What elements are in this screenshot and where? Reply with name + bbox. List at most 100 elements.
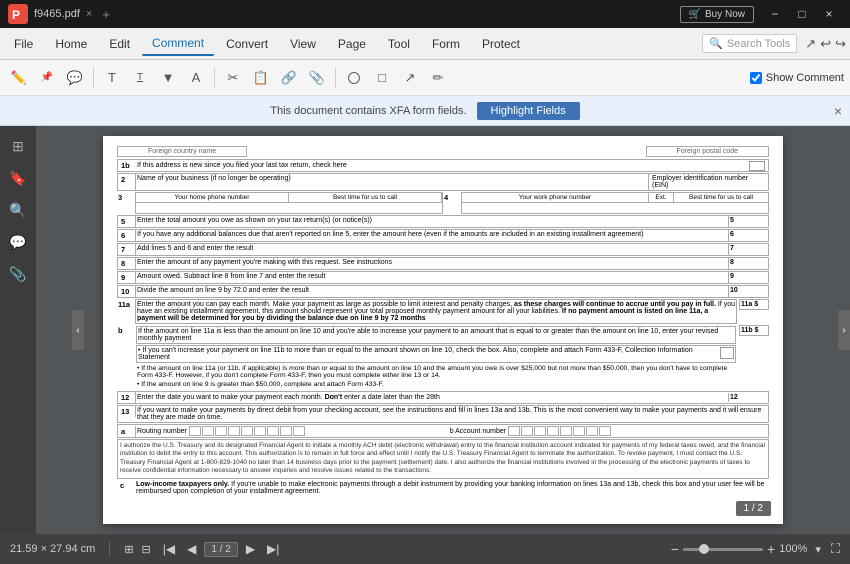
account-box-6[interactable] xyxy=(573,426,585,436)
last-page-button[interactable]: ▶| xyxy=(263,540,283,558)
tool-btn-2[interactable]: 📌 xyxy=(34,65,60,91)
sidebar-comment-icon[interactable]: 💬 xyxy=(4,228,32,256)
routing-box-7[interactable] xyxy=(267,426,279,436)
account-box-4[interactable] xyxy=(547,426,559,436)
routing-box-2[interactable] xyxy=(202,426,214,436)
tool-btn-4[interactable]: T xyxy=(99,65,125,91)
maximize-button[interactable]: □ xyxy=(789,1,815,27)
form-row-5: 5 Enter the total amount you owe as show… xyxy=(117,215,769,228)
account-box-8[interactable] xyxy=(599,426,611,436)
tool-btn-3[interactable]: 💬 xyxy=(62,65,88,91)
title-bar: P f9465.pdf × + 🛒 Buy Now − □ × xyxy=(0,0,850,28)
form-rows-5-10: 5 Enter the total amount you owe as show… xyxy=(117,215,769,298)
zoom-in-button[interactable]: + xyxy=(767,541,775,557)
fullscreen-icon[interactable]: ⛶ xyxy=(831,541,840,557)
xfa-message: This document contains XFA form fields. xyxy=(270,105,466,117)
share-icon[interactable]: ↗ xyxy=(805,36,816,52)
fit-page-icon[interactable]: ⊞ xyxy=(124,543,133,556)
row-1b-checkbox[interactable] xyxy=(749,161,765,171)
routing-box-5[interactable] xyxy=(241,426,253,436)
first-page-button[interactable]: |◀ xyxy=(159,540,179,558)
row-1b-text: If this address is new since you filed y… xyxy=(136,161,749,170)
menu-edit[interactable]: Edit xyxy=(99,33,140,55)
sidebar-attachment-icon[interactable]: 📎 xyxy=(4,260,32,288)
toolbar: ✏️ 📌 💬 T T ▼ A ✂ 📋 🔗 📎 〇 □ ↗ ✏ Show Comm… xyxy=(0,60,850,96)
close-button[interactable]: × xyxy=(816,1,842,27)
page-navigation: |◀ ◀ 1 / 2 ▶ ▶| xyxy=(159,540,284,558)
form-row-6: 6 If you have any additional balances du… xyxy=(117,229,769,242)
row-12-text: Enter the date you want to make your pay… xyxy=(136,393,728,402)
tool-btn-11[interactable]: 📎 xyxy=(304,65,330,91)
sidebar-bookmark-icon[interactable]: 🔖 xyxy=(4,164,32,192)
tool-btn-5[interactable]: T xyxy=(127,65,153,91)
tool-btn-8[interactable]: ✂ xyxy=(220,65,246,91)
routing-box-8[interactable] xyxy=(280,426,292,436)
left-panel-toggle[interactable]: ‹ xyxy=(72,310,84,350)
row-13-text: If you want to make your payments by dir… xyxy=(136,406,768,422)
account-box-5[interactable] xyxy=(560,426,572,436)
tool-btn-14[interactable]: ↗ xyxy=(397,65,423,91)
row-13a-label: a xyxy=(118,426,136,437)
row-12-box: 12 xyxy=(728,393,768,402)
prev-page-button[interactable]: ◀ xyxy=(183,540,200,558)
account-box-7[interactable] xyxy=(586,426,598,436)
row-11b-checkbox[interactable] xyxy=(720,347,734,359)
sidebar-search-icon[interactable]: 🔍 xyxy=(4,196,32,224)
menu-file[interactable]: File xyxy=(4,33,43,55)
menu-comment[interactable]: Comment xyxy=(142,32,214,56)
menu-form[interactable]: Form xyxy=(422,33,470,55)
page-number-display[interactable]: 1 / 2 xyxy=(204,542,237,557)
menu-home[interactable]: Home xyxy=(45,33,97,55)
sidebar-thumbnail-icon[interactable]: ⊞ xyxy=(4,132,32,160)
routing-box-9[interactable] xyxy=(293,426,305,436)
menu-convert[interactable]: Convert xyxy=(216,33,278,55)
form-row-9: 9 Amount owed. Subtract line 8 from line… xyxy=(117,271,769,284)
left-sidebar: ⊞ 🔖 🔍 💬 📎 xyxy=(0,126,36,534)
routing-box-3[interactable] xyxy=(215,426,227,436)
zoom-dropdown-icon[interactable]: ▾ xyxy=(815,543,821,556)
account-box-1[interactable] xyxy=(508,426,520,436)
next-page-button[interactable]: ▶ xyxy=(242,540,259,558)
zoom-slider[interactable] xyxy=(683,548,763,551)
tool-btn-6[interactable]: ▼ xyxy=(155,65,181,91)
undo-icon[interactable]: ↩ xyxy=(820,36,831,52)
routing-box-1[interactable] xyxy=(189,426,201,436)
search-tools-box[interactable]: 🔍 Search Tools xyxy=(702,34,797,53)
right-panel-toggle[interactable]: › xyxy=(838,310,850,350)
routing-box-4[interactable] xyxy=(228,426,240,436)
window-controls: − □ × xyxy=(762,1,842,27)
routing-box-6[interactable] xyxy=(254,426,266,436)
phone-col4: Ext. xyxy=(649,193,674,202)
show-comment-checkbox[interactable] xyxy=(750,72,762,84)
row-12-num: 12 xyxy=(118,392,136,403)
close-tab-icon[interactable]: × xyxy=(86,8,92,20)
row-11b-bullet2: • If the amount on line 11a (or 11b, if … xyxy=(136,364,736,380)
row-11a-text: Enter the amount you can pay each month.… xyxy=(137,301,735,322)
highlight-fields-button[interactable]: Highlight Fields xyxy=(477,102,580,120)
tool-btn-7[interactable]: A xyxy=(183,65,209,91)
menu-page[interactable]: Page xyxy=(328,33,376,55)
xfa-notification-bar: This document contains XFA form fields. … xyxy=(0,96,850,126)
menu-view[interactable]: View xyxy=(280,33,326,55)
menu-tool[interactable]: Tool xyxy=(378,33,420,55)
tool-btn-1[interactable]: ✏️ xyxy=(6,65,32,91)
account-box-3[interactable] xyxy=(534,426,546,436)
row-11a-box: 11a $ xyxy=(739,299,769,310)
tool-btn-13[interactable]: □ xyxy=(369,65,395,91)
close-xfa-button[interactable]: × xyxy=(834,103,842,119)
form-row-11a: 11a Enter the amount you can pay each mo… xyxy=(117,299,769,324)
menu-protect[interactable]: Protect xyxy=(472,33,530,55)
tool-btn-10[interactable]: 🔗 xyxy=(276,65,302,91)
redo-icon[interactable]: ↪ xyxy=(835,36,846,52)
minimize-button[interactable]: − xyxy=(762,1,788,27)
zoom-out-button[interactable]: − xyxy=(671,541,679,557)
account-box-2[interactable] xyxy=(521,426,533,436)
tool-btn-12[interactable]: 〇 xyxy=(341,65,367,91)
fit-width-icon[interactable]: ⊟ xyxy=(142,543,151,556)
buy-now-button[interactable]: 🛒 Buy Now xyxy=(680,6,754,23)
row-13c-label: c xyxy=(117,480,135,491)
tool-btn-15[interactable]: ✏ xyxy=(425,65,451,91)
tool-btn-9[interactable]: 📋 xyxy=(248,65,274,91)
new-tab-icon[interactable]: + xyxy=(102,7,110,22)
row-2-ein: Employer identification number (EIN) xyxy=(648,174,768,190)
